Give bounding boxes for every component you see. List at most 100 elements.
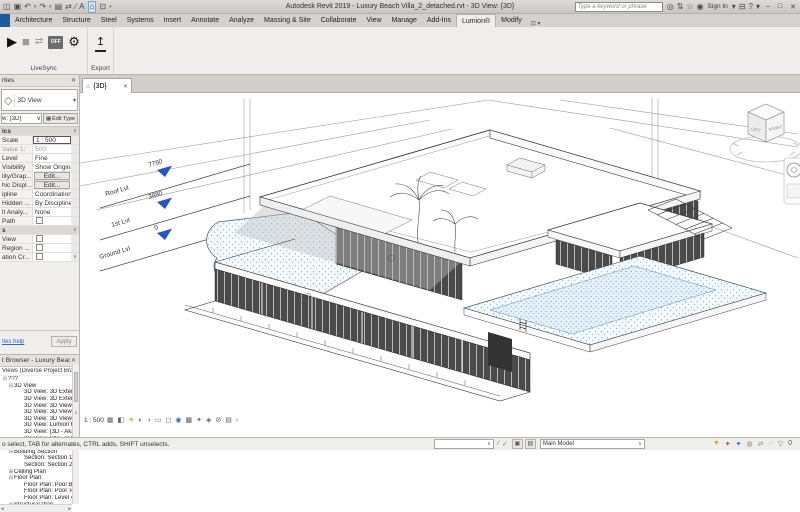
property-row[interactable]: ation Cr... ∨ [0, 253, 79, 262]
maximize-button[interactable]: □ [776, 3, 784, 10]
tree-item[interactable]: Floor Plan: Pool Bot. L [0, 482, 79, 489]
qat-icon[interactable]: ▾ [109, 2, 112, 12]
ribbon-tab[interactable]: Collaborate [316, 14, 362, 27]
qat-icon[interactable]: ◫ [3, 2, 11, 12]
status-icon[interactable]: ◌ [769, 440, 773, 448]
status-icon[interactable]: ▼ [713, 440, 720, 448]
browser-close-icon[interactable]: ✕ [70, 357, 77, 364]
export-icon[interactable]: ↥ [95, 32, 106, 52]
property-row[interactable]: ipline Coordination [0, 190, 79, 199]
apply-button[interactable]: Apply [51, 336, 77, 347]
tree-item[interactable]: Section: Section 1 [0, 455, 79, 462]
search-input[interactable]: Type a keyword or phrase [575, 2, 663, 12]
ribbon-tab[interactable]: View [362, 14, 387, 27]
tree-item[interactable]: 3D View: Lumion Exp [0, 422, 79, 429]
tab-close-icon[interactable]: ✕ [123, 83, 128, 90]
property-row[interactable]: hic Displ... Edit... [0, 181, 79, 190]
chevron-down-icon[interactable]: ∨ [37, 115, 41, 122]
tree-item[interactable]: Section: Section 2 [0, 462, 79, 469]
property-row[interactable]: Visibility Show Original [0, 163, 79, 172]
browser-vertical-scrollbar[interactable]: ∨ [72, 364, 79, 504]
tree-item[interactable]: ⊟ Floor Plan [0, 475, 79, 482]
tree-item[interactable]: 3D View: 3D View 3 [0, 416, 79, 423]
property-row[interactable]: View [0, 235, 79, 244]
tree-item[interactable]: ⊟ 3D View [0, 383, 79, 390]
view-control-icon[interactable]: ‹ [236, 417, 238, 425]
status-icon[interactable]: ⇄ [758, 440, 764, 448]
qat-icon[interactable]: ⊡ [99, 2, 106, 12]
title-icon[interactable]: ◎ [667, 2, 674, 12]
navigation-bar[interactable] [784, 158, 800, 204]
view-control-icon[interactable]: ▩ [185, 417, 192, 425]
close-button[interactable]: ✕ [788, 3, 798, 11]
play-icon[interactable]: ▶ [7, 35, 17, 49]
type-selector[interactable]: ◇ 3D View ▾ [1, 89, 78, 111]
qat-icon[interactable]: ▾ [49, 2, 52, 12]
tree-item[interactable]: ⊞ Ceiling Plan [0, 468, 79, 475]
view-tab-3d[interactable]: ⌂ {3D} ✕ [82, 78, 132, 93]
ribbon-options-icon[interactable]: ⊡ ▾ [527, 20, 545, 27]
status-icon[interactable]: ◍ [747, 440, 753, 448]
view-control-icon[interactable]: ◻ [166, 417, 172, 425]
off-toggle[interactable]: OFF [48, 36, 63, 49]
property-row[interactable]: lt Analy... None [0, 208, 79, 217]
stop-icon[interactable]: ■ [22, 35, 30, 49]
scale-control[interactable]: 1 : 500 [84, 417, 104, 424]
minimize-button[interactable]: – [764, 3, 772, 10]
view-control-icon[interactable]: ◑ [147, 417, 151, 425]
property-row[interactable]: Value 1: 500 [0, 145, 79, 154]
ribbon-tab[interactable]: Add-Ins [422, 14, 456, 27]
qat-icon[interactable]: ▾ [34, 2, 37, 12]
ribbon-tab[interactable]: Steel [96, 14, 122, 27]
tree-item[interactable]: 3D View: 3D View 1 [0, 402, 79, 409]
ribbon-tab[interactable]: Analyze [224, 14, 259, 27]
status-icon[interactable]: ✦ [736, 440, 742, 448]
property-row[interactable]: ics ∧ [0, 127, 79, 136]
property-row[interactable]: lity/Grap... Edit... [0, 172, 79, 181]
tree-item[interactable]: 3D View: 3D Exterior [0, 396, 79, 403]
view-control-icon[interactable]: ◉ [175, 417, 181, 425]
view-control-icon[interactable]: ◐ [138, 417, 142, 425]
qat-icon[interactable]: ▤ [55, 2, 63, 12]
property-row[interactable]: Level Fine [0, 154, 79, 163]
property-row[interactable]: s ∧ [0, 226, 79, 235]
browser-horizontal-scrollbar[interactable]: ◂▸ [0, 504, 72, 512]
chevron-down-icon[interactable]: ▾ [73, 97, 77, 104]
title-icon[interactable]: ▾ [756, 2, 760, 12]
title-icon[interactable]: ? [749, 2, 753, 12]
workset-dropdown[interactable]: ∨ [434, 439, 494, 449]
status-button[interactable]: ▤ [525, 439, 536, 449]
ribbon-tab[interactable]: Systems [122, 14, 159, 27]
ribbon-tab[interactable]: Manage [387, 14, 422, 27]
file-menu-button[interactable] [0, 14, 10, 27]
property-row[interactable]: Scale 1 : 500 [0, 136, 79, 145]
title-icon[interactable]: ◉ [697, 2, 704, 12]
properties-help-link[interactable]: ties help [2, 339, 24, 345]
qat-icon[interactable]: ∕ [75, 2, 76, 12]
title-icon[interactable]: ▾ [732, 2, 736, 12]
title-icon[interactable]: ☆ [686, 2, 693, 12]
ribbon-tab[interactable]: Structure [57, 14, 95, 27]
3d-model-view[interactable]: 7760 3880 0 Roof Lvl 1st Lvl Ground Lvl [80, 93, 800, 426]
ribbon-tab[interactable]: Annotate [186, 14, 224, 27]
title-icon[interactable]: ⊟ [739, 2, 746, 12]
edit-type-button[interactable]: ▦ Edit Type [43, 113, 78, 124]
property-row[interactable]: Path [0, 217, 79, 226]
instance-selector[interactable]: w: {3D} ∨ [1, 113, 42, 124]
browser-organization-row[interactable]: Views (Diverse Project Browse ∧ [0, 367, 79, 376]
property-row[interactable]: Region ... [0, 244, 79, 253]
qat-icon[interactable]: ⌂ [88, 1, 97, 13]
status-button[interactable]: ▣ [512, 439, 523, 449]
view-control-icon[interactable]: ◧ [118, 417, 125, 425]
ribbon-tab[interactable]: Lumion® [456, 14, 496, 27]
ribbon-tab[interactable]: Massing & Site [259, 14, 316, 27]
ribbon-tab[interactable]: Modify [496, 14, 527, 27]
view-control-icon[interactable]: ▤ [225, 417, 232, 425]
status-icon[interactable]: ✦ [725, 440, 731, 448]
design-options-dropdown[interactable]: Main Model∨ [540, 439, 645, 449]
tree-item[interactable]: 3D View: 3D Exterior [0, 389, 79, 396]
qat-icon[interactable]: ↶ [24, 2, 31, 12]
gear-icon[interactable]: ⚙ [68, 35, 80, 49]
tree-item[interactable]: ⊟ ??? [0, 376, 79, 383]
workset-icon[interactable]: ✓ [502, 440, 508, 448]
